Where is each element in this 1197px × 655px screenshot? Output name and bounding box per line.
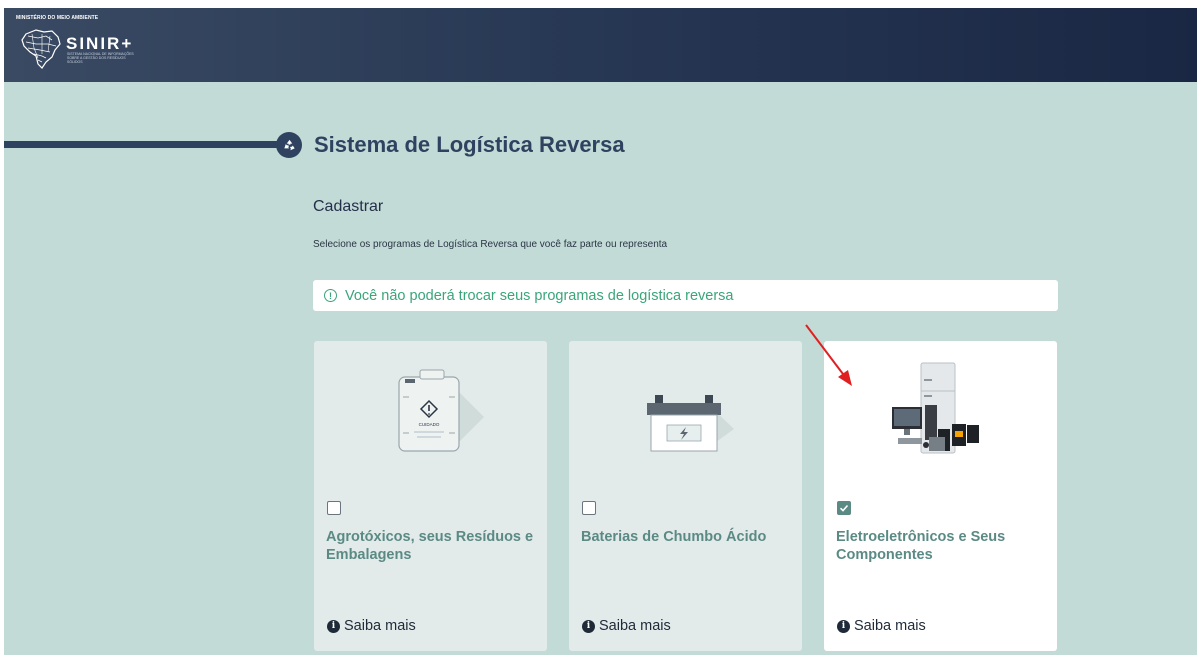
section-title: Cadastrar <box>313 198 384 215</box>
info-icon: i <box>837 619 850 633</box>
card-label: Baterias de Chumbo Ácido <box>581 529 767 545</box>
red-arrow-annotation <box>805 324 852 386</box>
brazil-map-logo[interactable] <box>18 24 64 70</box>
page-title: Sistema de Logística Reversa <box>314 132 625 157</box>
svg-text:+: + <box>653 416 657 422</box>
saiba-mais-link[interactable]: i Saiba mais <box>837 618 926 634</box>
timeline-bar <box>4 141 282 148</box>
lead-acid-battery-icon: + − <box>647 395 734 452</box>
alert-text: Você não poderá trocar seus programas de… <box>345 287 734 304</box>
saiba-mais-label: Saiba mais <box>344 618 416 634</box>
program-card-agrotoxicos[interactable]: CUIDADO Agrotóxicos, seus Resíduos e Emb… <box>314 341 547 651</box>
checkbox-agrotoxicos[interactable] <box>327 501 341 515</box>
saiba-mais-link[interactable]: i Saiba mais <box>327 618 416 634</box>
checkmark-icon <box>839 504 849 512</box>
info-circle-icon: ! <box>324 289 337 302</box>
cuidado-label: CUIDADO <box>419 422 440 427</box>
pesticide-container-icon: CUIDADO <box>398 369 484 452</box>
page: MINISTÉRIO DO MEIO AMBIENTE SINIR+ SISTE… <box>4 8 1197 655</box>
brand-subtitle: SISTEMA NACIONAL DE INFORMAÇÕES SOBRE A … <box>67 52 134 64</box>
brand-name[interactable]: SINIR+ <box>66 34 133 54</box>
checkbox-baterias[interactable] <box>582 501 596 515</box>
info-icon: i <box>327 619 340 633</box>
recycle-icon <box>276 132 302 158</box>
saiba-mais-label: Saiba mais <box>854 618 926 634</box>
saiba-mais-label: Saiba mais <box>599 618 671 634</box>
program-card-baterias[interactable]: + − Baterias de Chumbo Ácido i Saiba mai… <box>569 341 802 651</box>
ministry-label: MINISTÉRIO DO MEIO AMBIENTE <box>16 15 99 21</box>
warning-alert: ! Você não poderá trocar seus programas … <box>313 280 1058 311</box>
section-description: Selecione os programas de Logística Reve… <box>313 239 668 250</box>
saiba-mais-link[interactable]: i Saiba mais <box>582 618 671 634</box>
top-header: MINISTÉRIO DO MEIO AMBIENTE SINIR+ SISTE… <box>4 8 1197 82</box>
card-label: Agrotóxicos, seus Resíduos e Embalagens <box>326 529 534 563</box>
card-label: Eletroeletrônicos e Seus Componentes <box>836 529 1006 563</box>
svg-text:−: − <box>711 416 715 422</box>
checkbox-eletroeletronicos[interactable] <box>837 501 851 515</box>
info-icon: i <box>582 619 595 633</box>
